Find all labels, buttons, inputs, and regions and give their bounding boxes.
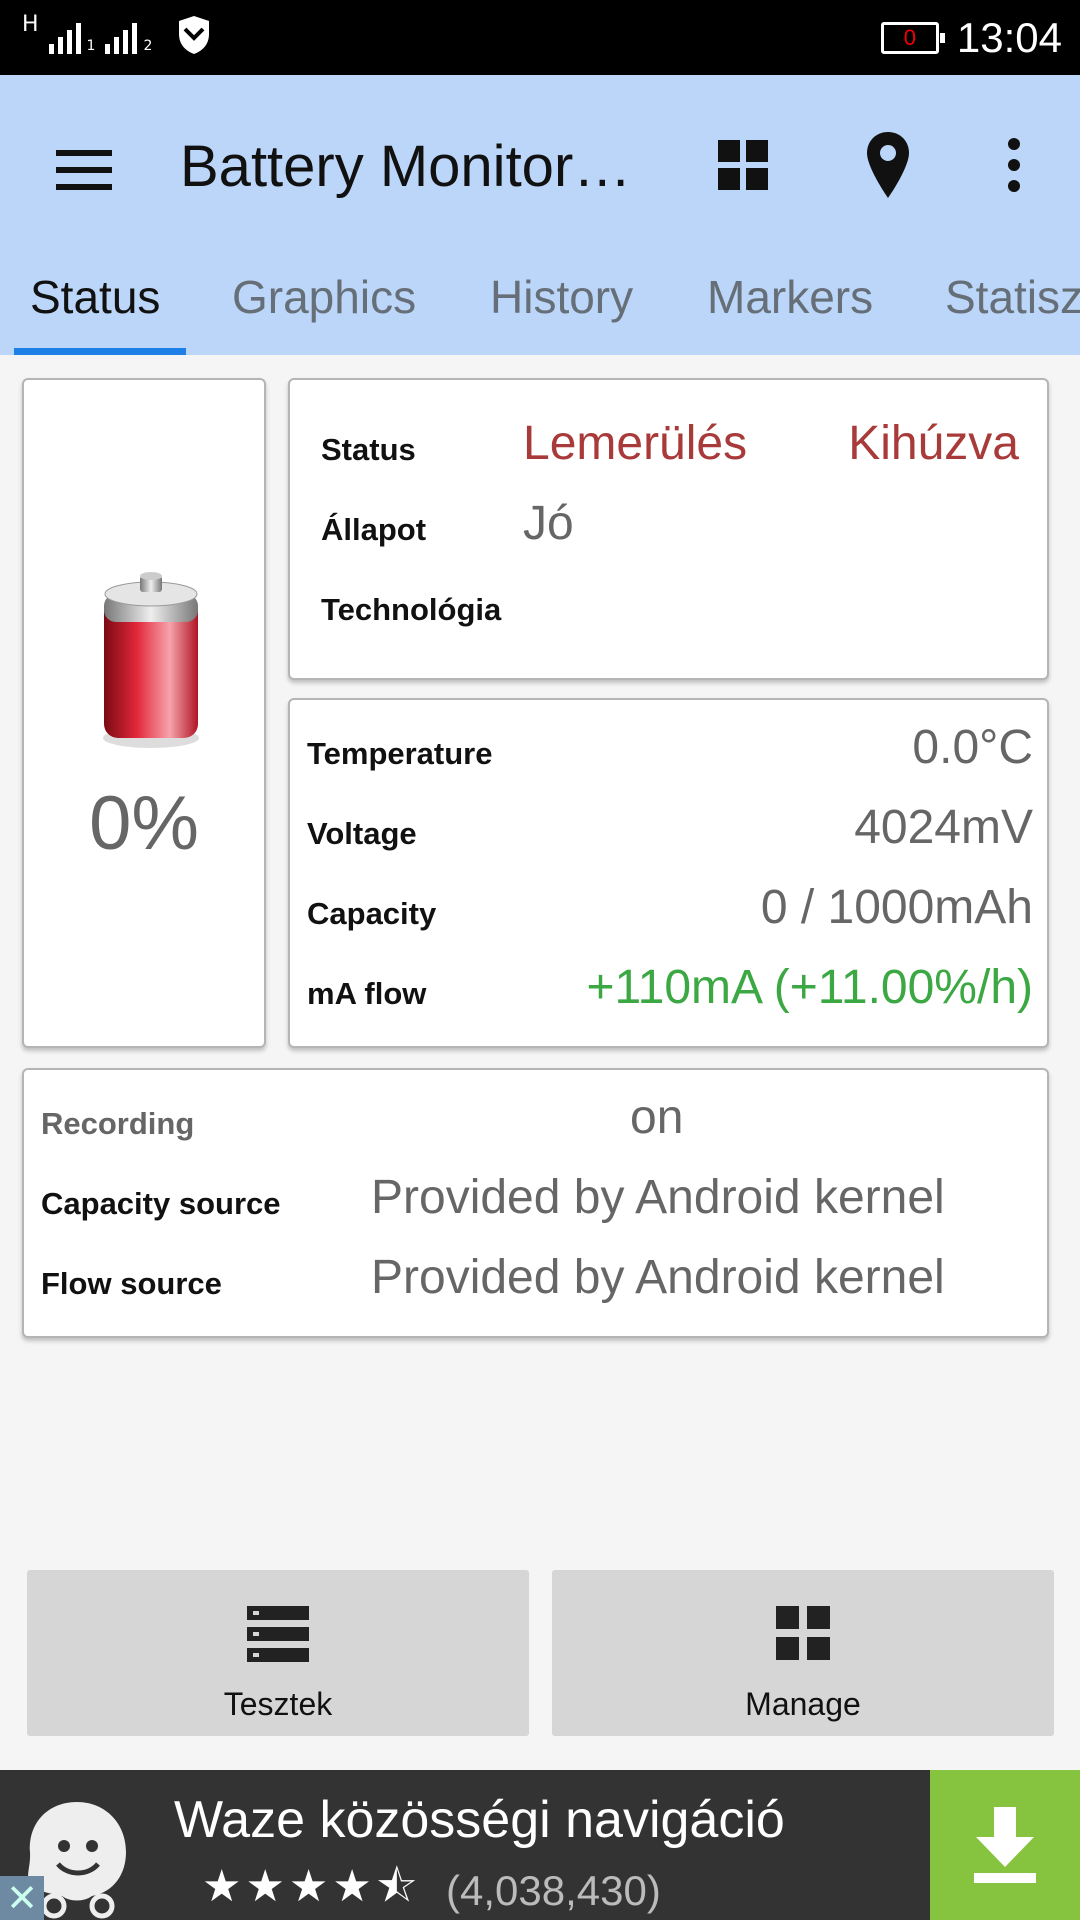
more-vert-icon[interactable]: [974, 125, 1054, 205]
tests-list-icon: [247, 1606, 309, 1662]
manage-button-label: Manage: [745, 1686, 861, 1722]
clock: 13:04: [956, 14, 1062, 61]
health-label: Állapot: [321, 512, 427, 547]
shield-icon: [179, 16, 210, 54]
status-label: Status: [321, 432, 416, 467]
widgets-grid-icon[interactable]: [703, 125, 783, 205]
status-bar: H 1 2 0 13:04: [0, 0, 1080, 75]
tab-status[interactable]: Status: [30, 255, 160, 355]
ma-flow-label: mA flow: [307, 976, 427, 1011]
tests-button-label: Tesztek: [223, 1686, 333, 1722]
manage-grid-icon: [776, 1606, 830, 1660]
status-card: Status Lemerülés Kihúzva Állapot Jó Tech…: [288, 378, 1049, 680]
menu-icon[interactable]: [50, 135, 120, 205]
sim1-label: 1: [86, 38, 96, 54]
battery-percentage: 0%: [89, 781, 199, 866]
network-type-indicator: H: [22, 12, 39, 37]
download-icon[interactable]: [930, 1770, 1080, 1920]
capacity-source-label: Capacity source: [41, 1186, 281, 1221]
app-title: Battery Monitor…: [180, 134, 632, 199]
app-bar: Battery Monitor… Status Graphics History…: [0, 75, 1080, 355]
ad-close-icon[interactable]: ✕: [0, 1876, 44, 1920]
tab-history[interactable]: History: [490, 255, 633, 355]
capacity-value: 0 / 1000mAh: [760, 881, 1033, 934]
ad-rating-count: (4,038,430): [446, 1867, 661, 1914]
recording-card: Recording on Capacity source Provided by…: [22, 1068, 1049, 1338]
tab-statisztika[interactable]: Statisz: [945, 255, 1080, 355]
tab-graphics[interactable]: Graphics: [232, 255, 416, 355]
ad-banner[interactable]: Waze közösségi navigáció ★★★★⯪ (4,038,43…: [0, 1770, 1080, 1920]
ma-flow-value: +110mA (+11.00%/h): [586, 961, 1033, 1014]
tab-bar: Status Graphics History Markers Statisz: [0, 255, 1080, 355]
capacity-source-value: Provided by Android kernel: [371, 1171, 945, 1224]
signal-sim1-icon: 1: [48, 14, 96, 54]
recording-value: on: [630, 1091, 684, 1144]
ad-rating-stars: ★★★★⯪: [202, 1862, 422, 1911]
capacity-label: Capacity: [307, 896, 437, 931]
plug-status-value: Kihúzva: [848, 417, 1019, 470]
flow-source-value: Provided by Android kernel: [371, 1251, 945, 1304]
metrics-card: Temperature 0.0°C Voltage 4024mV Capacit…: [288, 698, 1049, 1048]
recording-label: Recording: [41, 1106, 195, 1141]
battery-status-level: 0: [903, 25, 917, 50]
tab-markers[interactable]: Markers: [707, 255, 873, 355]
voltage-label: Voltage: [307, 816, 417, 851]
temperature-value: 0.0°C: [912, 721, 1033, 774]
sim2-label: 2: [143, 38, 153, 54]
tab-indicator: [14, 348, 186, 355]
health-value: Jó: [523, 497, 574, 550]
battery-level-icon: [103, 572, 199, 748]
status-value: Lemerülés: [523, 417, 748, 470]
location-pin-icon[interactable]: [848, 125, 928, 205]
manage-button[interactable]: Manage: [552, 1570, 1054, 1736]
temperature-label: Temperature: [307, 736, 493, 771]
flow-source-label: Flow source: [41, 1266, 222, 1301]
technology-label: Technológia: [321, 592, 502, 627]
tests-button[interactable]: Tesztek: [27, 1570, 529, 1736]
signal-sim2-icon: 2: [105, 14, 152, 54]
battery-level-card: 0%: [22, 378, 266, 1048]
ad-title[interactable]: Waze közösségi navigáció: [174, 1790, 785, 1850]
voltage-value: 4024mV: [854, 801, 1033, 854]
battery-status-icon: 0: [880, 22, 945, 54]
